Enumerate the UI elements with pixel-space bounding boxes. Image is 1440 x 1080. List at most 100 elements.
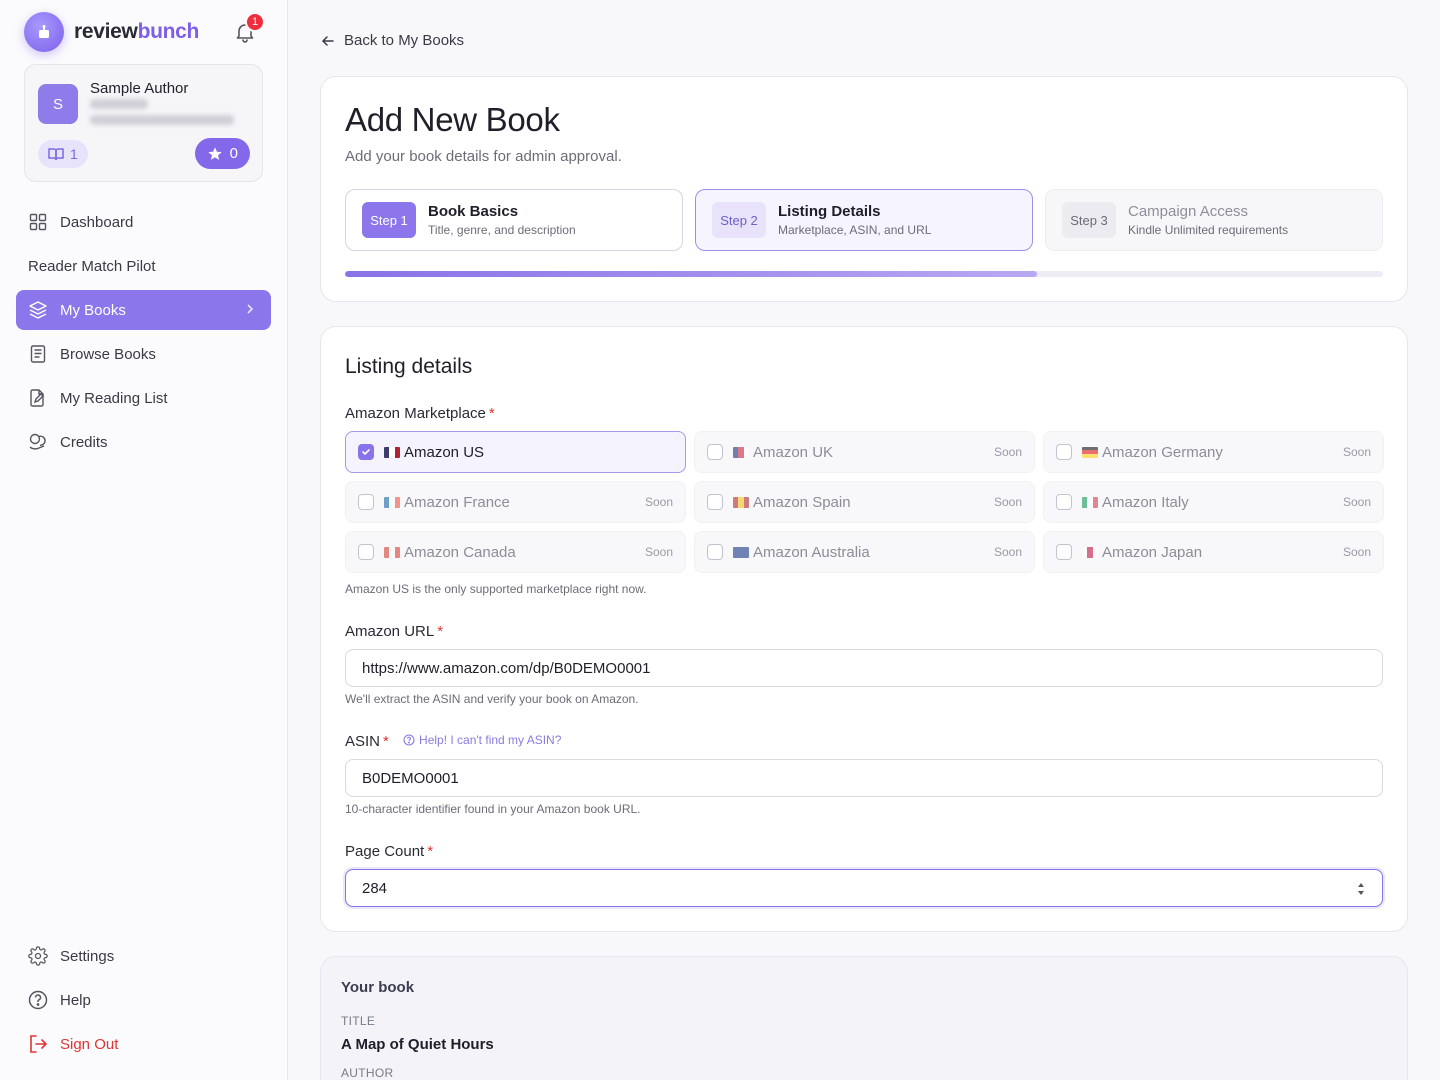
help-circle-icon (28, 990, 48, 1010)
redacted-email (90, 115, 234, 125)
step-badge: Step 2 (712, 202, 766, 238)
help-circle-icon (403, 734, 415, 746)
checkbox-checked-icon[interactable] (358, 444, 374, 460)
soon-badge: Soon (1342, 445, 1371, 459)
amazon-url-label-text: Amazon URL (345, 623, 435, 640)
sidebar-item-browse-books[interactable]: Browse Books (16, 334, 271, 374)
checkbox-icon[interactable] (358, 544, 374, 560)
brand-name-part1: review (74, 20, 138, 43)
asin-help-link[interactable]: Help! I can't find my ASIN? (403, 733, 561, 747)
marketplace-option-amazon-canada[interactable]: Amazon Canada Soon (345, 531, 686, 573)
brand[interactable]: reviewbunch (24, 12, 199, 52)
asin-help-text: Help! I can't find my ASIN? (419, 733, 562, 747)
step-title: Campaign Access (1128, 203, 1249, 220)
redacted-line (90, 99, 148, 109)
sidebar-item-reader-match-pilot[interactable]: Reader Match Pilot (28, 258, 156, 275)
soon-badge: Soon (644, 495, 673, 509)
step-book-basics[interactable]: Step 1 Book Basics Title, genre, and des… (345, 189, 683, 251)
marketplace-name: Amazon Spain (753, 493, 851, 511)
marketplace-hint: Amazon US is the only supported marketpl… (345, 582, 647, 596)
page-subtitle: Add your book details for admin approval… (345, 148, 622, 165)
avatar: S (38, 84, 78, 124)
flag-icon (733, 446, 749, 458)
sidebar-item-settings[interactable]: Settings (16, 936, 271, 976)
sidebar-item-label: Help (60, 991, 91, 1009)
step-campaign-access[interactable]: Step 3 Campaign Access Kindle Unlimited … (1045, 189, 1383, 251)
brand-name: reviewbunch (74, 20, 199, 44)
soon-badge: Soon (993, 495, 1022, 509)
marketplace-option-amazon-australia[interactable]: Amazon Australia Soon (694, 531, 1035, 573)
stars-count-pill[interactable]: 0 (194, 138, 250, 169)
sidebar-item-reading-list[interactable]: My Reading List (16, 378, 271, 418)
flag-icon (733, 496, 749, 508)
sidebar-item-my-books[interactable]: My Books (16, 290, 271, 330)
checkbox-icon[interactable] (1056, 544, 1072, 560)
step-progress-fill (345, 271, 1038, 277)
flag-icon (1082, 546, 1098, 558)
sidebar-item-credits[interactable]: Credits (16, 422, 271, 462)
checkbox-icon[interactable] (358, 494, 374, 510)
sidebar-item-help[interactable]: Help (16, 980, 271, 1020)
page-count-label-text: Page Count (345, 843, 425, 860)
page-title: Add New Book (345, 101, 560, 138)
star-icon (207, 146, 222, 160)
marketplace-name: Amazon France (404, 493, 510, 511)
required-mark: * (437, 623, 444, 640)
marketplace-name: Amazon Germany (1102, 443, 1223, 461)
checkbox-icon[interactable] (707, 444, 723, 460)
gear-icon (28, 946, 48, 966)
marketplace-option-amazon-france[interactable]: Amazon France Soon (345, 481, 686, 523)
asin-value: B0DEMO0001 (362, 769, 459, 787)
soon-badge: Soon (993, 545, 1022, 559)
step-desc: Kindle Unlimited requirements (1128, 223, 1289, 237)
marketplace-option-amazon-italy[interactable]: Amazon Italy Soon (1043, 481, 1384, 523)
checkbox-icon[interactable] (1056, 494, 1072, 510)
step-listing-details[interactable]: Step 2 Listing Details Marketplace, ASIN… (695, 189, 1033, 251)
checkbox-icon[interactable] (1056, 444, 1072, 460)
required-mark: * (427, 843, 434, 860)
marketplace-option-amazon-germany[interactable]: Amazon Germany Soon (1043, 431, 1384, 473)
checkbox-icon[interactable] (707, 544, 723, 560)
page-count-input[interactable]: 284 (345, 869, 1383, 907)
back-link[interactable]: Back to My Books (320, 32, 464, 49)
number-stepper-icon[interactable] (1356, 880, 1366, 898)
soon-badge: Soon (1342, 495, 1371, 509)
marketplace-label-text: Amazon Marketplace (345, 405, 486, 422)
asin-input[interactable]: B0DEMO0001 (345, 759, 1383, 797)
flag-icon (384, 496, 400, 508)
step-title: Listing Details (778, 203, 881, 220)
amazon-url-input[interactable]: https://www.amazon.com/dp/B0DEMO0001 (345, 649, 1383, 687)
profile-name: Sample Author (90, 80, 189, 97)
checkbox-icon[interactable] (707, 494, 723, 510)
required-mark: * (488, 405, 495, 422)
books-count-pill[interactable]: 1 (38, 140, 88, 168)
marketplace-option-amazon-uk[interactable]: Amazon UK Soon (694, 431, 1035, 473)
sidebar-item-label: Settings (60, 947, 115, 965)
marketplace-option-amazon-japan[interactable]: Amazon Japan Soon (1043, 531, 1384, 573)
step-progress-bar (345, 271, 1383, 277)
layers-icon (28, 300, 48, 320)
sidebar: reviewbunch 1 S Sample Author 1 0 Dashbo… (0, 0, 288, 1080)
file-edit-icon (28, 388, 48, 408)
books-count: 1 (70, 146, 78, 162)
asin-label: ASIN * Help! I can't find my ASIN? (345, 733, 561, 750)
brand-logo-icon (24, 12, 64, 52)
notification-badge: 1 (245, 12, 265, 32)
marketplace-name: Amazon UK (753, 443, 834, 461)
add-book-header-card: Add New Book Add your book details for a… (320, 76, 1408, 302)
author-label: AUTHOR (341, 1066, 394, 1080)
section-title: Listing details (345, 355, 473, 378)
step-desc: Marketplace, ASIN, and URL (778, 223, 932, 237)
marketplace-option-amazon-us[interactable]: Amazon US (345, 431, 686, 473)
marketplace-option-amazon-spain[interactable]: Amazon Spain Soon (694, 481, 1035, 523)
stars-count: 0 (229, 145, 238, 162)
sidebar-item-label: My Reading List (60, 389, 168, 407)
marketplace-name: Amazon Japan (1102, 543, 1203, 561)
profile-card[interactable]: S Sample Author 1 0 (24, 64, 263, 182)
sidebar-item-dashboard[interactable]: Dashboard (16, 202, 271, 242)
grid-icon (28, 212, 48, 232)
flag-icon (733, 546, 749, 558)
step-badge: Step 1 (362, 202, 416, 238)
step-desc: Title, genre, and description (428, 223, 576, 237)
sidebar-item-sign-out[interactable]: Sign Out (16, 1024, 271, 1064)
